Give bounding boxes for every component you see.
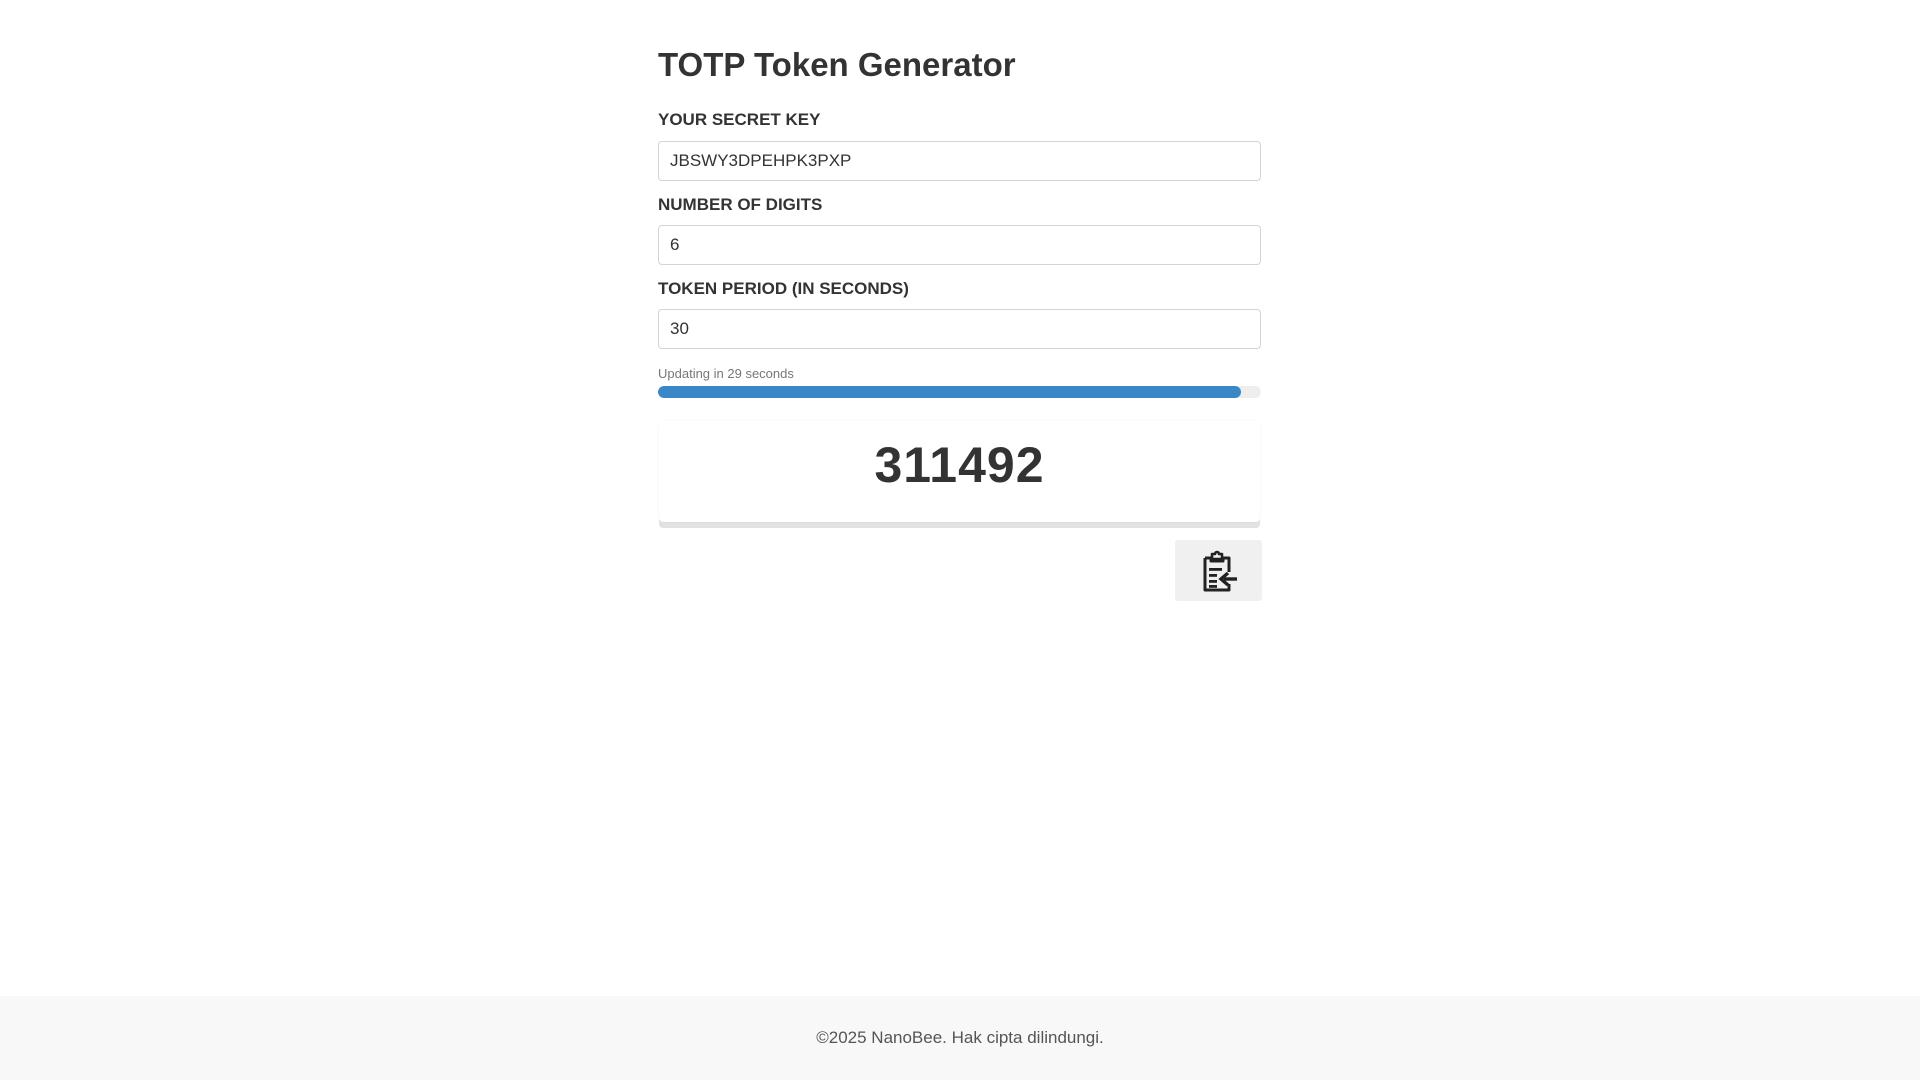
digits-label: NUMBER OF DIGITS xyxy=(658,195,823,214)
digits-input[interactable] xyxy=(658,225,1261,265)
token-value: 311492 xyxy=(874,436,1045,493)
countdown-progress-fill xyxy=(658,386,1241,398)
countdown-progress-bar xyxy=(658,386,1261,398)
period-input[interactable] xyxy=(658,309,1261,349)
page: TOTP Token Generator YOUR SECRET KEY NUM… xyxy=(0,0,1920,1080)
footer-copyright: ©2025 NanoBee. Hak cipta dilindungi. xyxy=(816,1028,1104,1047)
secret-key-label: YOUR SECRET KEY xyxy=(658,110,821,129)
copy-token-button[interactable] xyxy=(1175,540,1262,601)
period-label: TOKEN PERIOD (IN SECONDS) xyxy=(658,279,909,298)
secret-key-input[interactable] xyxy=(658,141,1261,181)
countdown-text: Updating in 29 seconds xyxy=(658,366,794,381)
token-card: 311492 xyxy=(659,421,1260,522)
page-title: TOTP Token Generator xyxy=(658,46,1016,83)
clipboard-paste-icon xyxy=(1199,550,1239,592)
footer: ©2025 NanoBee. Hak cipta dilindungi. xyxy=(0,996,1920,1080)
